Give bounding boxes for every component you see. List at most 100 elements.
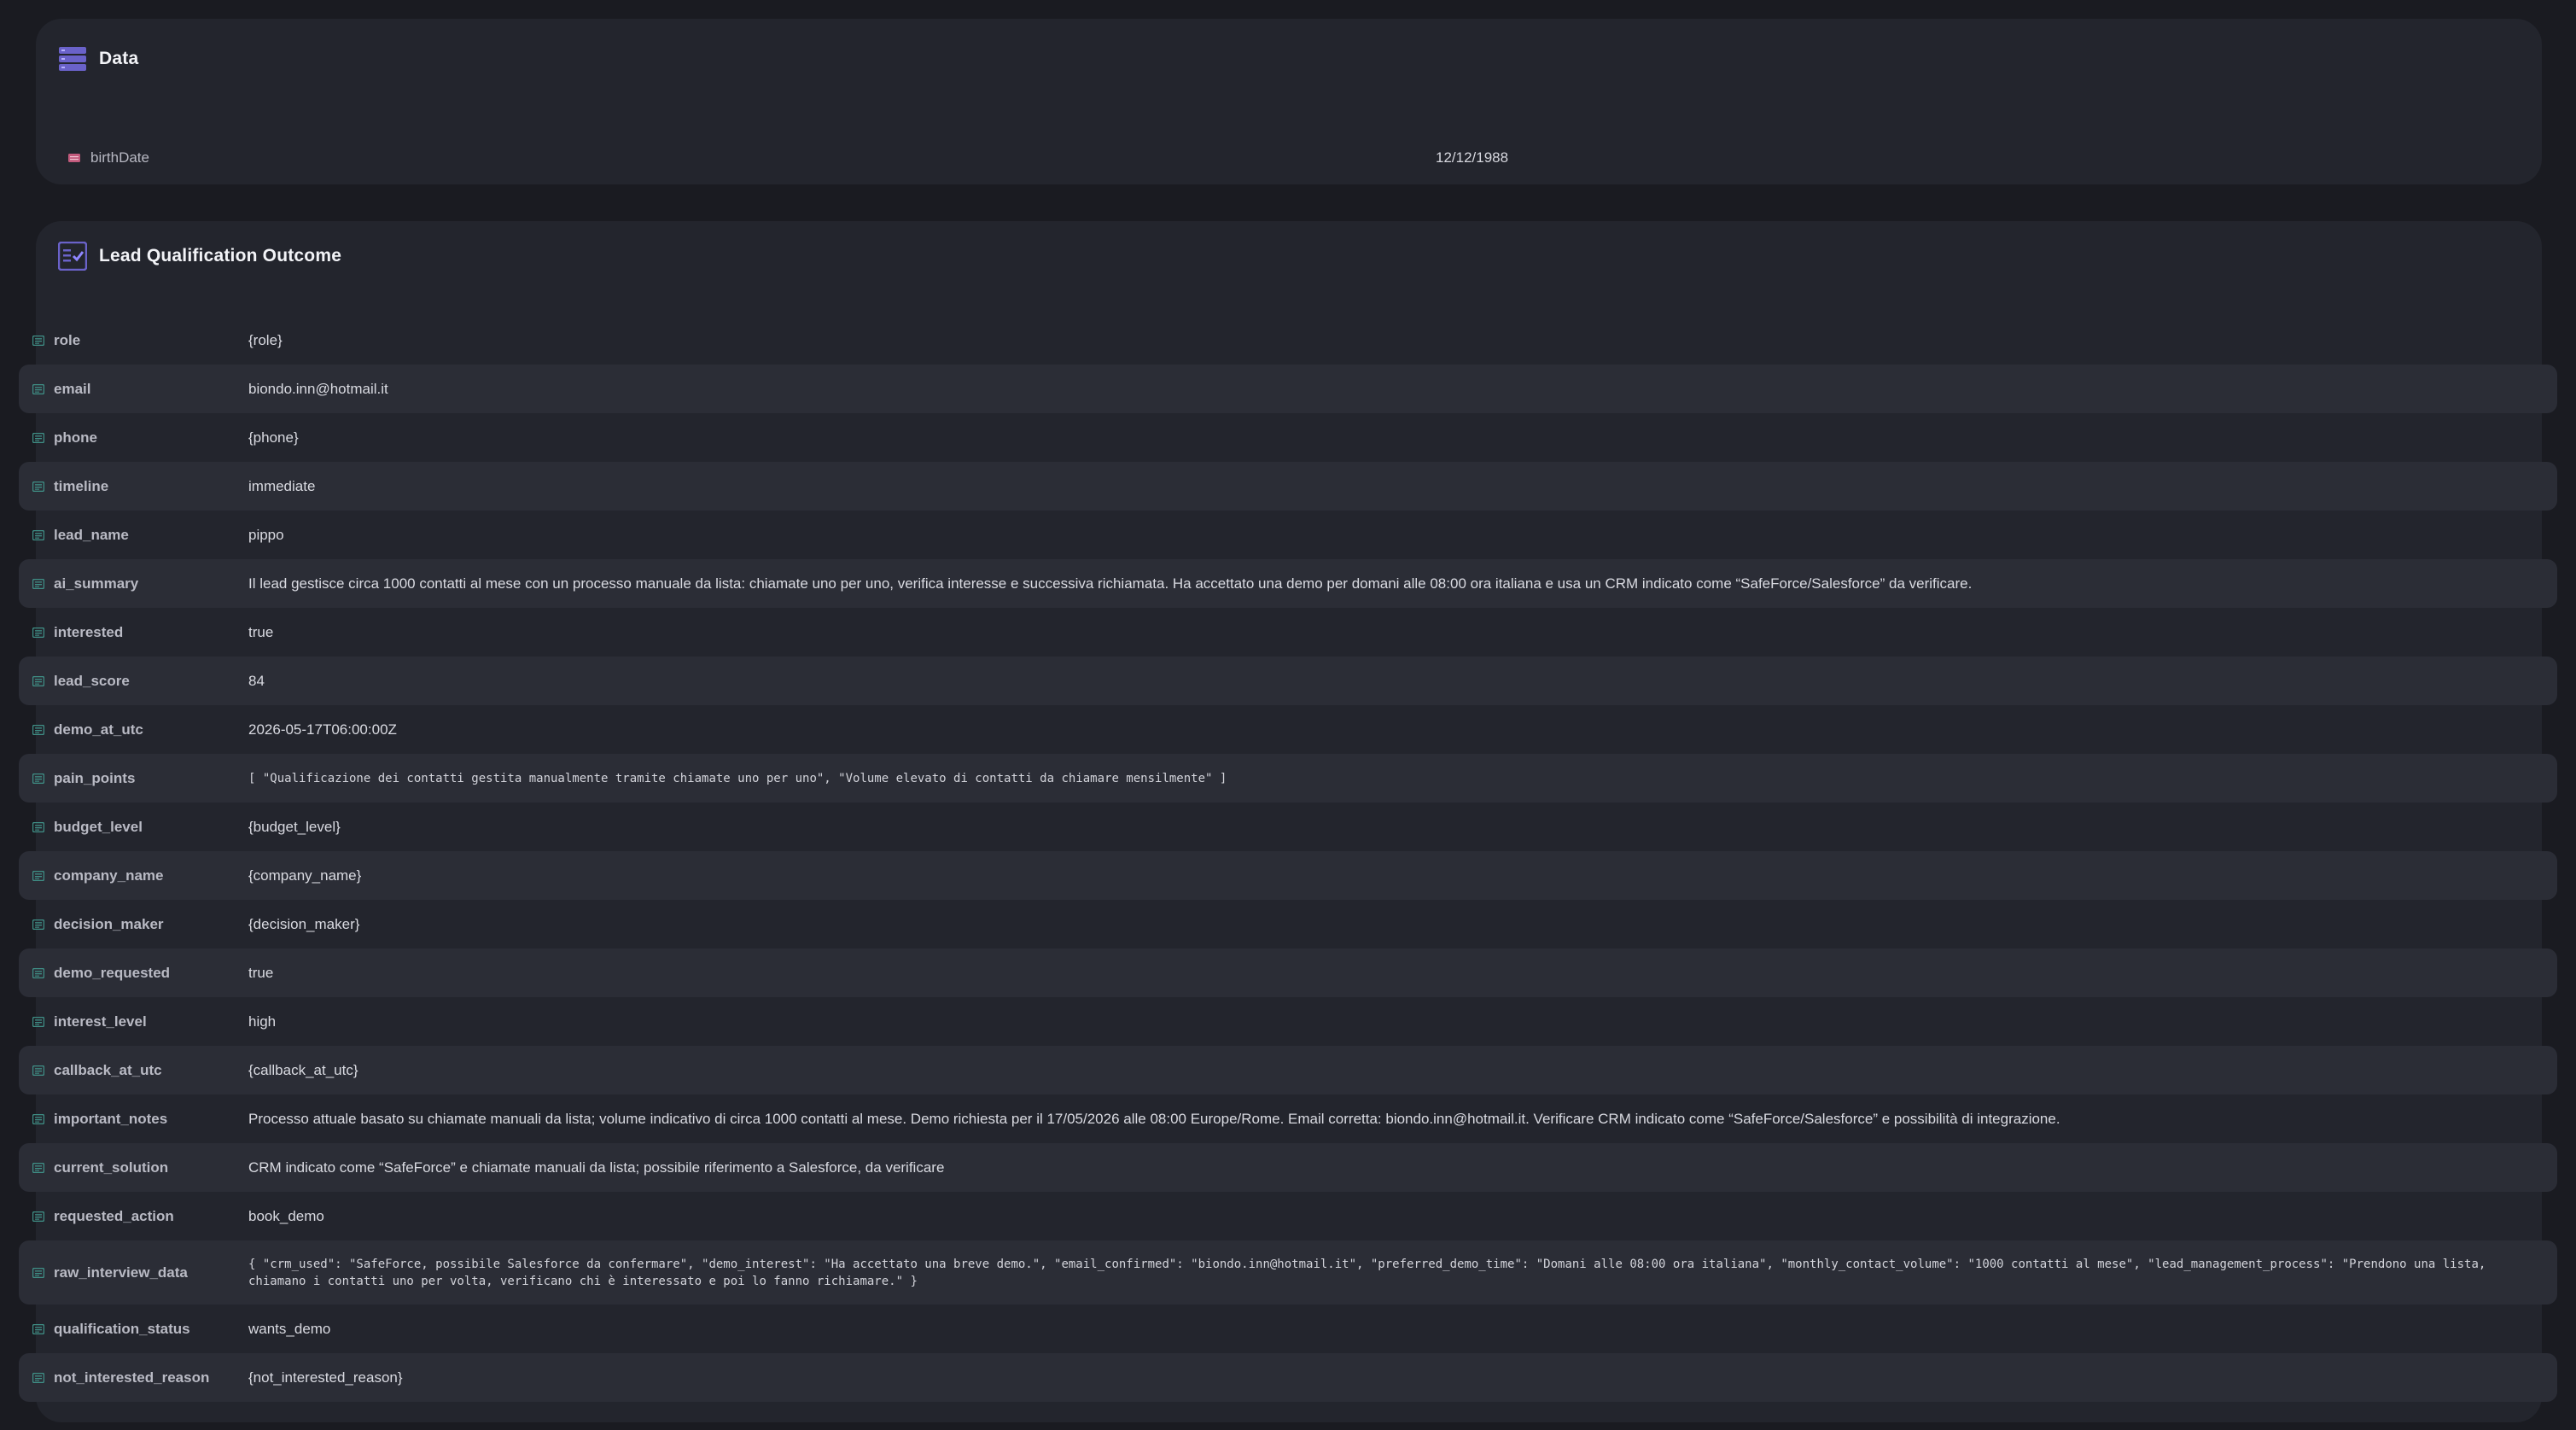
birthdate-label: birthDate — [90, 149, 149, 166]
field-row-raw-interview-data: raw_interview_data { "crm_used": "SafeFor… — [19, 1240, 2557, 1305]
field-row-role: role {role} — [19, 316, 2557, 365]
field-row-demo-requested: demo_requested true — [19, 948, 2557, 997]
field-row-interested: interested true — [19, 608, 2557, 657]
field-row-company-name: company_name {company_name} — [19, 851, 2557, 900]
table-field-icon — [32, 432, 44, 443]
table-field-icon — [32, 1372, 44, 1383]
table-field-icon — [32, 967, 44, 978]
table-field-icon — [32, 627, 44, 638]
table-field-icon — [32, 675, 44, 686]
field-row-interest-level: interest_level high — [19, 997, 2557, 1046]
lead-panel-title: Lead Qualification Outcome — [99, 246, 342, 266]
table-field-icon — [32, 1211, 44, 1222]
table-field-icon — [32, 724, 44, 735]
field-key: email — [54, 380, 91, 397]
field-row-not-interested-reason: not_interested_reason {not_interested_rea… — [19, 1353, 2557, 1402]
field-row-ai-summary: ai_summary Il lead gestisce circa 1000 co… — [19, 559, 2557, 608]
field-key: timeline — [54, 477, 109, 494]
field-value: [ "Qualificazione dei contatti gestita m… — [248, 771, 1227, 785]
field-value: biondo.inn@hotmail.it — [248, 381, 388, 397]
field-row-current-solution: current_solution CRM indicato come “SafeF… — [19, 1143, 2557, 1192]
field-value: {phone} — [248, 429, 299, 446]
field-key: interested — [54, 623, 124, 640]
field-value: {role} — [248, 332, 283, 348]
data-panel-title: Data — [99, 49, 139, 68]
field-key: phone — [54, 429, 97, 446]
table-field-icon — [32, 1065, 44, 1076]
data-panel-header: Data — [58, 44, 138, 73]
table-field-icon — [32, 481, 44, 492]
field-key: callback_at_utc — [54, 1061, 162, 1078]
field-key: budget_level — [54, 818, 143, 835]
table-field-icon — [32, 1323, 44, 1334]
field-key: role — [54, 331, 81, 348]
field-value: Il lead gestisce circa 1000 contatti al … — [248, 575, 1973, 592]
table-field-icon — [32, 578, 44, 589]
field-row-pain-points: pain_points [ "Qualificazione dei contatt… — [19, 754, 2557, 803]
birthdate-value: 12/12/1988 — [1436, 149, 1509, 166]
field-row-requested-action: requested_action book_demo — [19, 1192, 2557, 1240]
field-key: interest_level — [54, 1013, 147, 1030]
table-field-icon — [32, 773, 44, 784]
table-field-icon — [32, 1113, 44, 1124]
field-value: {not_interested_reason} — [248, 1369, 403, 1386]
field-value: {decision_maker} — [248, 916, 360, 932]
field-row-timeline: timeline immediate — [19, 462, 2557, 511]
field-key: lead_score — [54, 672, 130, 689]
birthdate-row: birthDate 12/12/1988 — [68, 138, 2509, 178]
field-value: true — [248, 965, 274, 981]
field-key: ai_summary — [54, 575, 139, 592]
field-key: lead_name — [54, 526, 129, 543]
field-key: pain_points — [54, 769, 136, 786]
field-row-important-notes: important_notes Processo attuale basato s… — [19, 1094, 2557, 1143]
field-value: CRM indicato come “SafeForce” e chiamate… — [248, 1159, 945, 1176]
field-value: {callback_at_utc} — [248, 1062, 358, 1078]
table-field-icon — [32, 1162, 44, 1173]
field-key: important_notes — [54, 1110, 168, 1127]
table-field-icon — [32, 383, 44, 394]
field-value: { "crm_used": "SafeForce, possibile Sale… — [248, 1257, 2486, 1288]
calendar-icon — [68, 154, 80, 162]
field-key: current_solution — [54, 1159, 169, 1176]
field-key: requested_action — [54, 1207, 174, 1224]
field-value: {budget_level} — [248, 819, 341, 835]
lead-panel-header: Lead Qualification Outcome — [58, 242, 341, 271]
field-row-budget-level: budget_level {budget_level} — [19, 803, 2557, 851]
field-key: company_name — [54, 867, 164, 884]
field-value: true — [248, 624, 274, 640]
field-row-qualification-status: qualification_status wants_demo — [19, 1305, 2557, 1353]
field-key: demo_requested — [54, 964, 171, 981]
checklist-icon — [58, 242, 87, 271]
field-value: 2026-05-17T06:00:00Z — [248, 721, 397, 738]
table-field-icon — [32, 870, 44, 881]
table-field-icon — [32, 335, 44, 346]
table-field-icon — [32, 821, 44, 832]
table-field-icon — [32, 1016, 44, 1027]
field-row-email: email biondo.inn@hotmail.it — [19, 365, 2557, 413]
field-value: book_demo — [248, 1208, 324, 1224]
table-field-icon — [32, 919, 44, 930]
field-value: immediate — [248, 478, 316, 494]
table-field-icon — [32, 529, 44, 540]
field-key: not_interested_reason — [54, 1369, 210, 1386]
field-row-decision-maker: decision_maker {decision_maker} — [19, 900, 2557, 948]
field-row-phone: phone {phone} — [19, 413, 2557, 462]
field-row-lead-score: lead_score 84 — [19, 657, 2557, 705]
field-value: wants_demo — [248, 1321, 331, 1337]
database-icon — [59, 47, 86, 71]
field-row-lead-name: lead_name pippo — [19, 511, 2557, 559]
field-key: raw_interview_data — [54, 1264, 188, 1281]
field-key: decision_maker — [54, 915, 164, 932]
field-value: high — [248, 1013, 277, 1030]
field-list: role {role} email biondo.inn@hotmail.it phon… — [19, 316, 2557, 1402]
field-key: qualification_status — [54, 1320, 190, 1337]
field-value: 84 — [248, 673, 265, 689]
data-panel: Data birthDate 12/12/1988 — [36, 19, 2542, 184]
field-value: {company_name} — [248, 867, 362, 884]
table-field-icon — [32, 1267, 44, 1278]
field-row-demo-at-utc: demo_at_utc 2026-05-17T06:00:00Z — [19, 705, 2557, 754]
field-value: Processo attuale basato su chiamate manu… — [248, 1111, 2060, 1127]
field-value: pippo — [248, 527, 284, 543]
field-row-callback-at-utc: callback_at_utc {callback_at_utc} — [19, 1046, 2557, 1094]
field-key: demo_at_utc — [54, 721, 143, 738]
